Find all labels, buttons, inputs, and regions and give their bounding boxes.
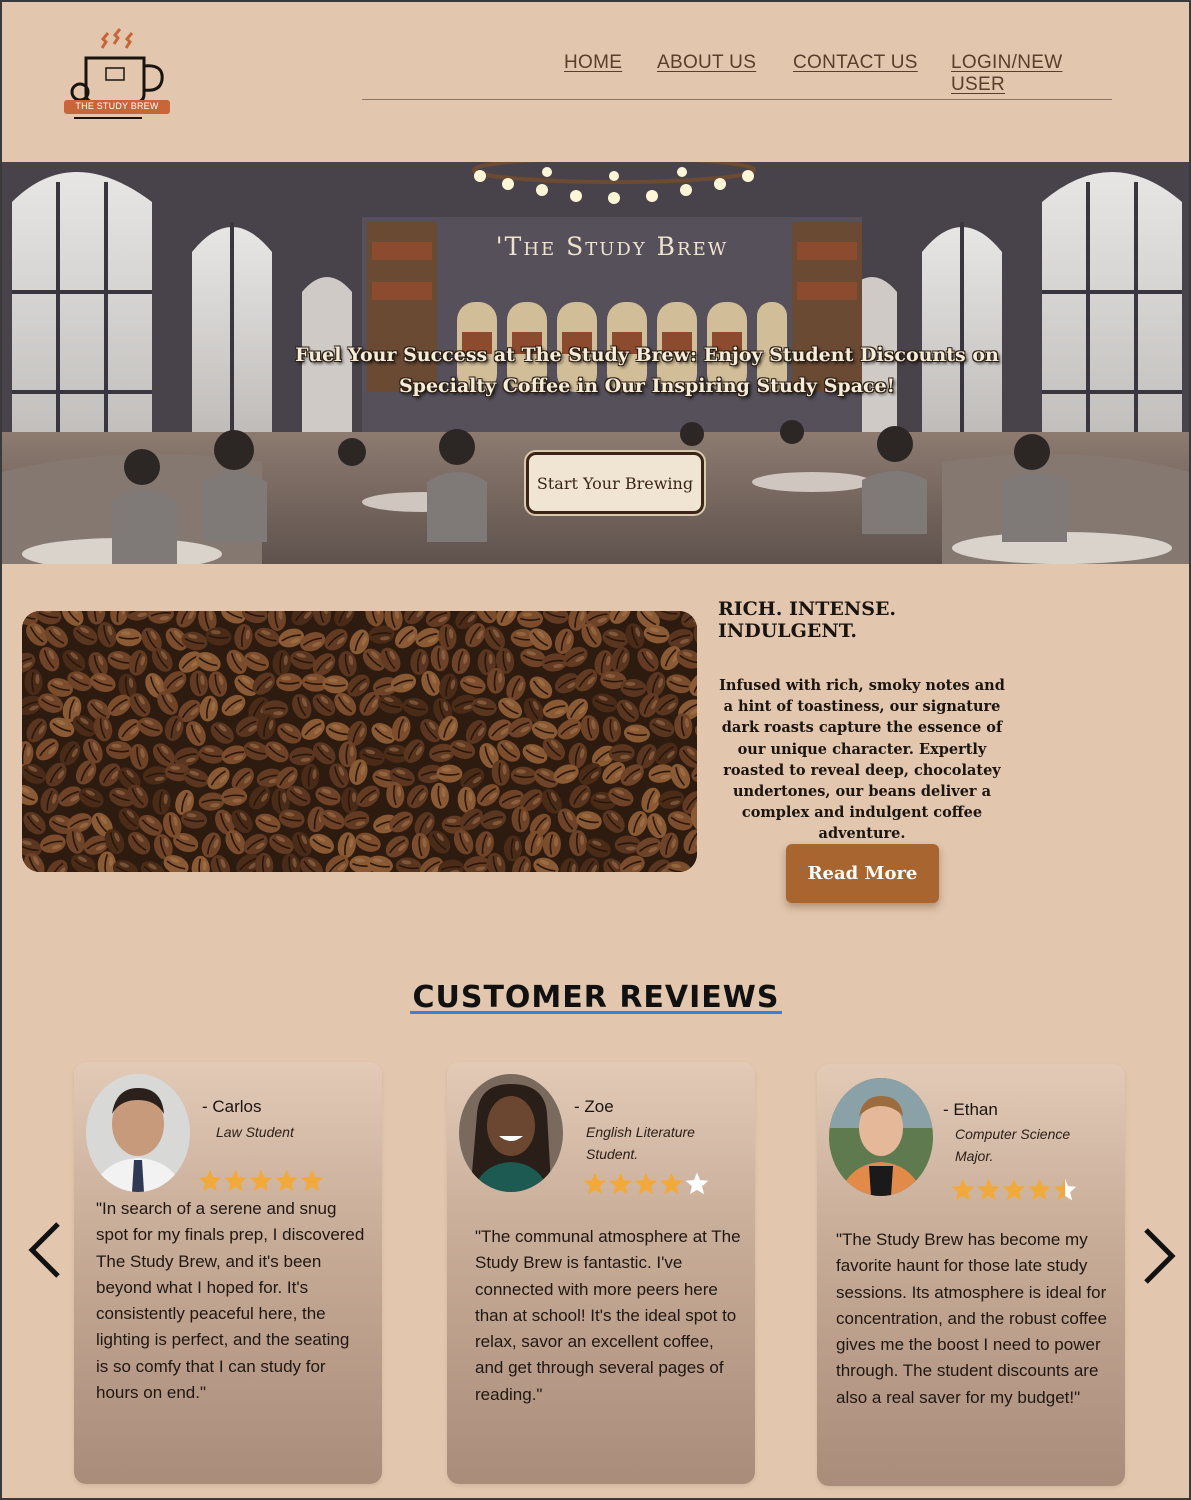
star-icon: [249, 1169, 273, 1192]
feature-description: Infused with rich, smoky notes and a hin…: [719, 677, 1005, 843]
hero-banner: 'The Study Brew Fuel Your Success at The…: [2, 162, 1189, 564]
reviewer-role: Computer Science Major.: [955, 1126, 1071, 1164]
chevron-right-icon[interactable]: [1140, 1224, 1180, 1288]
star-icon: [685, 1172, 709, 1195]
reviewer-role: Law Student: [216, 1124, 294, 1140]
star-icon: [198, 1169, 222, 1192]
start-brewing-button[interactable]: Start Your Brewing: [526, 452, 704, 514]
star-rating: [198, 1169, 328, 1193]
reviewer-name: - Carlos: [202, 1097, 262, 1116]
star-icon: [660, 1172, 683, 1195]
star-icon: [634, 1172, 658, 1195]
review-card: - Ethan Computer Science Major. "The Stu…: [817, 1064, 1125, 1486]
reviews-title: CUSTOMER REVIEWS: [410, 980, 782, 1014]
star-icon: [609, 1172, 632, 1195]
star-rating: [951, 1178, 1081, 1202]
coffee-beans-image: [22, 611, 697, 872]
read-more-button[interactable]: Read More: [786, 844, 939, 903]
site-header: THE STUDY BREW HOME ABOUT US CONTACT US …: [2, 2, 1189, 162]
feature-title: RICH. INTENSE. INDULGENT.: [718, 598, 897, 642]
review-text: "The Study Brew has become my favorite h…: [836, 1230, 1107, 1407]
star-icon: [224, 1169, 247, 1192]
coffee-beans-illustration: [22, 611, 697, 872]
review-text: "In search of a serene and snug spot for…: [96, 1199, 365, 1403]
reviewer-name: - Ethan: [943, 1100, 998, 1119]
review-card: - Zoe English Literature Student. "The c…: [447, 1062, 755, 1484]
star-icon: [300, 1169, 324, 1192]
avatar: [86, 1074, 190, 1192]
star-icon: [583, 1172, 607, 1195]
star-icon: [1028, 1178, 1051, 1201]
avatar: [829, 1078, 933, 1196]
brand-logo[interactable]: THE STUDY BREW: [62, 26, 174, 122]
nav-login-new-user[interactable]: LOGIN/NEW USER: [951, 52, 1112, 96]
star-icon: [1002, 1178, 1026, 1201]
main-nav: HOME ABOUT US CONTACT US LOGIN/NEW USER: [362, 52, 1112, 100]
star-icon: [275, 1169, 298, 1192]
chevron-left-icon[interactable]: [24, 1218, 64, 1282]
review-card: - Carlos Law Student "In search of a ser…: [74, 1062, 382, 1484]
nav-home[interactable]: HOME: [564, 52, 622, 74]
star-icon: [1053, 1178, 1077, 1201]
star-rating: [583, 1172, 713, 1196]
star-icon: [977, 1178, 1000, 1201]
reviewer-name: - Zoe: [574, 1097, 614, 1116]
nav-about-us[interactable]: ABOUT US: [657, 52, 756, 74]
nav-contact-us[interactable]: CONTACT US: [793, 52, 918, 74]
hero-sign: 'The Study Brew: [495, 232, 729, 261]
logo-text: THE STUDY BREW: [75, 101, 159, 111]
review-text: "The communal atmosphere at The Study Br…: [475, 1227, 741, 1404]
avatar: [459, 1074, 563, 1192]
hero-headline: Fuel Your Success at The Study Brew: Enj…: [295, 344, 999, 397]
star-icon: [951, 1178, 975, 1201]
reviewer-role: English Literature Student.: [586, 1124, 695, 1162]
